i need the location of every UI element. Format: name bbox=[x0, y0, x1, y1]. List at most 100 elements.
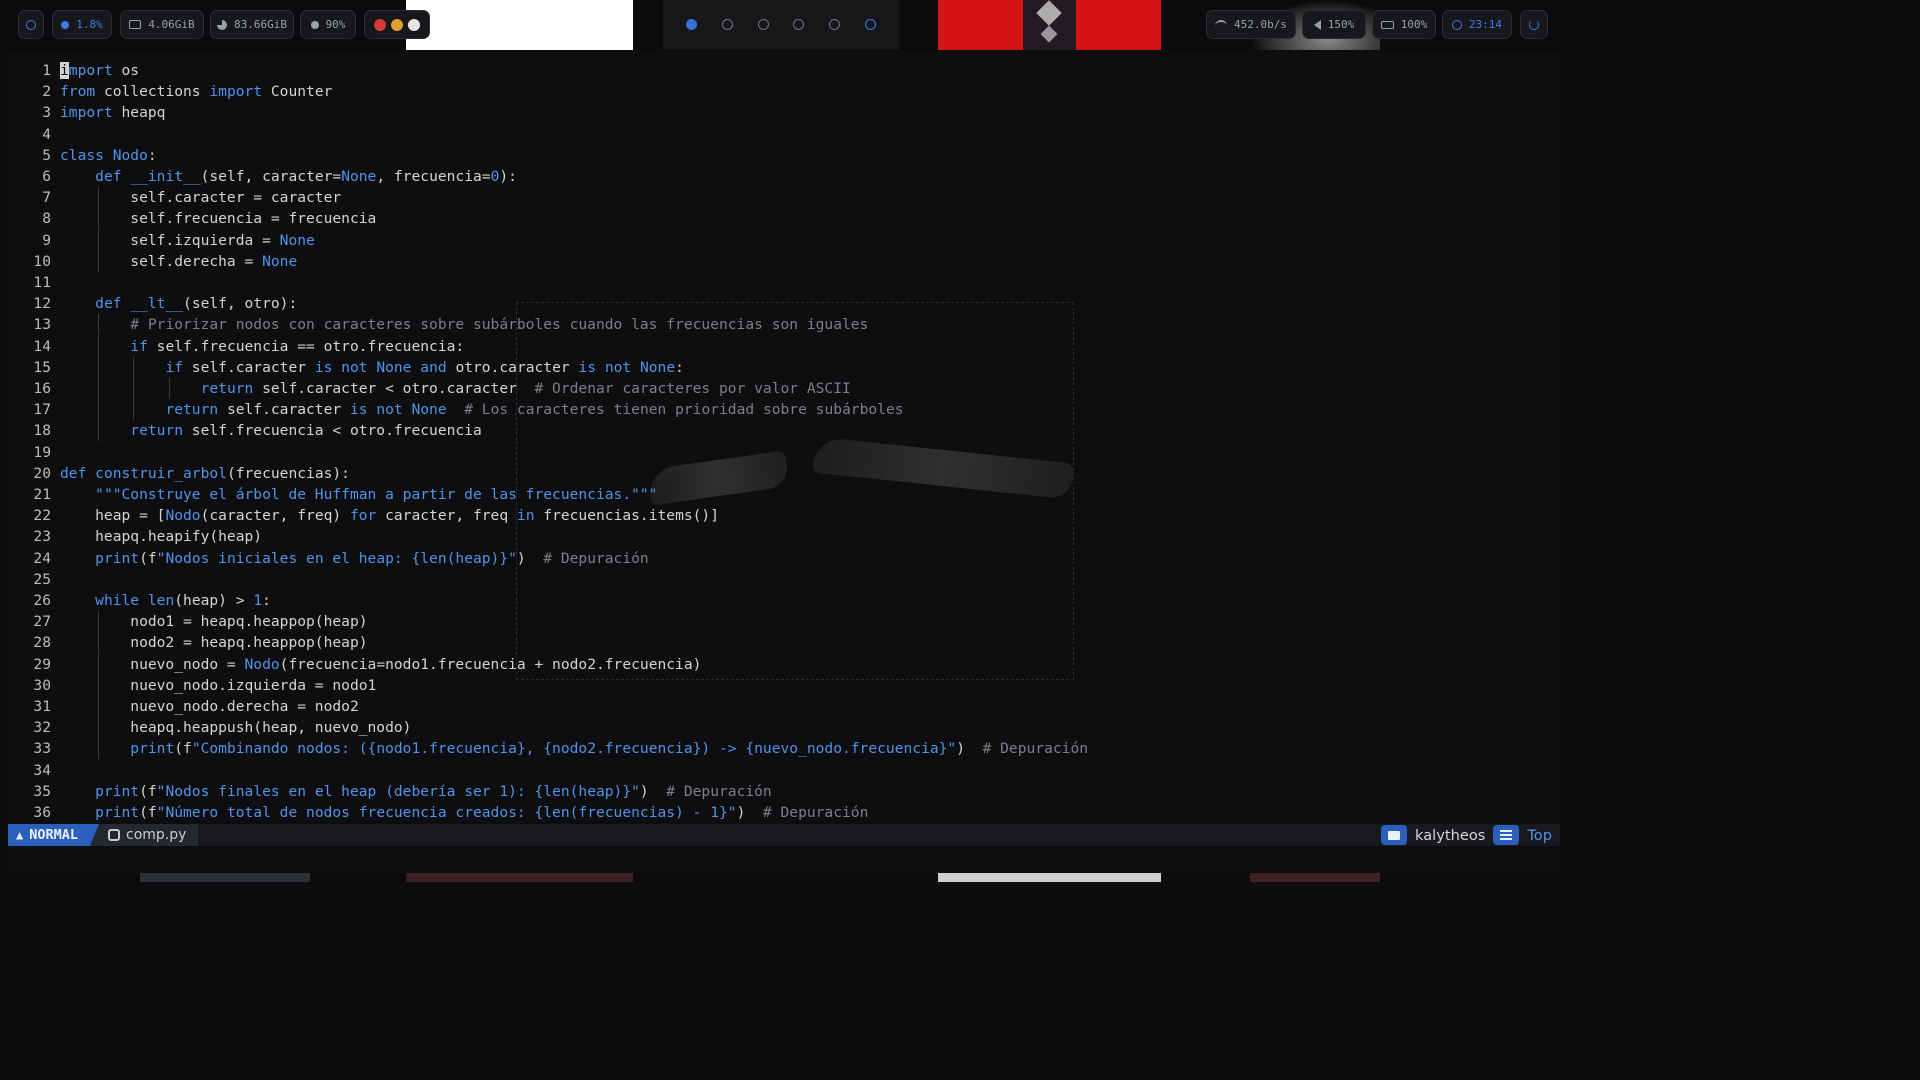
power-button[interactable] bbox=[1520, 10, 1548, 39]
line-number: 2 bbox=[42, 83, 51, 101]
code-line[interactable]: 3 import heapq bbox=[8, 102, 1548, 123]
line-number: 31 bbox=[33, 698, 51, 715]
line-code: nuevo_nodo = Nodo(frecuencia=nodo1.frecu… bbox=[60, 655, 702, 673]
network-tray-icon[interactable] bbox=[374, 18, 386, 31]
line-code: def __init__(self, caracter=None, frecue… bbox=[95, 168, 517, 185]
line-number: 11 bbox=[33, 274, 51, 291]
workspace-2[interactable] bbox=[721, 19, 733, 30]
code-line[interactable]: 29 nuevo_nodo = Nodo(frecuencia=nodo1.fr… bbox=[8, 653, 1548, 675]
workspace-4[interactable] bbox=[793, 19, 805, 30]
line-number: 15 bbox=[33, 358, 51, 376]
code-line[interactable]: 1 import os bbox=[8, 60, 1548, 81]
code-line[interactable]: 24 print(f"Nodos iniciales en el heap: {… bbox=[8, 548, 1548, 569]
code-line[interactable]: 31 nuevo_nodo.derecha = nodo2 bbox=[8, 696, 1548, 717]
line-number: 5 bbox=[42, 146, 51, 164]
code-line[interactable]: 12 def __lt__(self, otro): bbox=[8, 293, 1548, 314]
line-code: while len(heap) > 1: bbox=[95, 592, 271, 609]
mode-label: NORMAL bbox=[29, 827, 79, 843]
vim-icon: ▲ bbox=[16, 828, 24, 842]
code-line[interactable]: 6 def __init__(self, caracter=None, frec… bbox=[8, 166, 1548, 187]
line-number: 20 bbox=[33, 464, 51, 482]
line-number: 18 bbox=[33, 422, 51, 440]
code-line[interactable]: 22 heap = [Nodo(caracter, freq) for cara… bbox=[8, 505, 1548, 526]
code-line[interactable]: 11 bbox=[8, 272, 1548, 293]
steam-tray-icon[interactable] bbox=[408, 18, 420, 31]
code-line[interactable]: 30 nuevo_nodo.izquierda = nodo1 bbox=[8, 674, 1548, 696]
code-line[interactable]: 13 # Priorizar nodos con caracteres sobr… bbox=[8, 314, 1548, 336]
code-line[interactable]: 26 while len(heap) > 1: bbox=[8, 590, 1548, 611]
line-code: if self.caracter is not None and otro.ca… bbox=[165, 358, 684, 376]
code-line[interactable]: 5 class Nodo: bbox=[8, 145, 1548, 166]
folder-icon bbox=[1381, 825, 1408, 845]
disk-icon bbox=[217, 19, 227, 30]
line-code: class Nodo: bbox=[60, 146, 157, 164]
line-code: print(f"Nodos finales en el heap (deberí… bbox=[95, 782, 772, 800]
workspace-5[interactable] bbox=[828, 19, 840, 30]
clock-widget[interactable]: 23:14 bbox=[1442, 10, 1512, 39]
line-number: 32 bbox=[33, 719, 51, 737]
code-line[interactable]: 16 return self.caracter < otro.caracter … bbox=[8, 378, 1548, 399]
code-line[interactable]: 27 nodo1 = heapq.heappop(heap) bbox=[8, 611, 1548, 633]
code-line[interactable]: 17 return self.caracter is not None # Lo… bbox=[8, 399, 1548, 421]
system-tray[interactable] bbox=[364, 10, 430, 39]
line-number: 17 bbox=[33, 401, 51, 419]
memory-widget[interactable]: 4.06GiB bbox=[120, 10, 204, 39]
line-number: 1 bbox=[42, 62, 51, 79]
launcher-button[interactable] bbox=[18, 10, 44, 39]
temperature-widget[interactable]: 90% bbox=[300, 10, 356, 39]
code-line[interactable]: 25 bbox=[8, 569, 1548, 590]
power-tray-icon[interactable] bbox=[391, 18, 403, 31]
cpu-widget[interactable]: 1.8% bbox=[52, 10, 112, 39]
code-line[interactable]: 19 bbox=[8, 442, 1548, 463]
code-line[interactable]: 20 def construir_arbol(frecuencias): bbox=[8, 463, 1548, 484]
workspace-3[interactable] bbox=[757, 19, 769, 30]
code-line[interactable]: 23 heapq.heapify(heap) bbox=[8, 526, 1548, 547]
code-line[interactable]: 14 if self.frecuencia == otro.frecuencia… bbox=[8, 335, 1548, 357]
workspace-6[interactable] bbox=[864, 19, 876, 30]
line-number: 16 bbox=[33, 380, 51, 397]
network-widget[interactable]: 452.0b/s bbox=[1206, 10, 1296, 39]
code-line[interactable]: 34 bbox=[8, 760, 1548, 781]
line-number: 33 bbox=[33, 740, 51, 758]
line-number: 29 bbox=[33, 655, 51, 673]
line-number: 35 bbox=[33, 782, 51, 800]
code-line[interactable]: 15 if self.caracter is not None and otro… bbox=[8, 356, 1548, 378]
scroll-position: Top bbox=[1527, 826, 1552, 844]
code-line[interactable]: 18 return self.frecuencia < otro.frecuen… bbox=[8, 420, 1548, 442]
line-number: 13 bbox=[33, 316, 51, 334]
workspaces bbox=[668, 10, 894, 39]
line-code: print(f"Número total de nodos frecuencia… bbox=[95, 804, 869, 821]
line-code: import heapq bbox=[60, 104, 166, 122]
code-line[interactable]: 33 print(f"Combinando nodos: ({nodo1.fre… bbox=[8, 738, 1548, 760]
line-number: 21 bbox=[33, 486, 51, 503]
line-code: nuevo_nodo.derecha = nodo2 bbox=[60, 698, 359, 715]
line-number: 14 bbox=[33, 337, 51, 355]
line-number: 3 bbox=[42, 104, 51, 122]
line-number: 24 bbox=[33, 549, 51, 567]
line-number: 27 bbox=[33, 613, 51, 631]
code-line[interactable]: 9 self.izquierda = None bbox=[8, 229, 1548, 251]
battery-icon bbox=[1380, 20, 1394, 29]
disk-widget[interactable]: 83.66GiB bbox=[210, 10, 294, 39]
workspace-1[interactable] bbox=[686, 19, 698, 30]
line-code: self.izquierda = None bbox=[60, 231, 315, 249]
code-line[interactable]: 35 print(f"Nodos finales en el heap (deb… bbox=[8, 781, 1548, 802]
volume-widget[interactable]: 150% bbox=[1302, 10, 1366, 39]
code-line[interactable]: 32 heapq.heappush(heap, nuevo_nodo) bbox=[8, 717, 1548, 739]
code-line[interactable]: 21 """Construye el árbol de Huffman a pa… bbox=[8, 484, 1548, 505]
code-line[interactable]: 36 print(f"Número total de nodos frecuen… bbox=[8, 802, 1548, 822]
command-line[interactable] bbox=[8, 847, 1560, 873]
code-editor[interactable]: 1 import os 2 from collections import Count… bbox=[8, 52, 1560, 822]
battery-widget[interactable]: 100% bbox=[1372, 10, 1436, 39]
network-value: 452.0b/s bbox=[1234, 18, 1287, 31]
code-line[interactable]: 8 self.frecuencia = frecuencia bbox=[8, 208, 1548, 230]
top-bar: 1.8% 4.06GiB 83.66GiB 90% 452.0b/s 150% … bbox=[0, 0, 1568, 50]
line-number: 36 bbox=[33, 804, 51, 821]
code-line[interactable]: 4 bbox=[8, 124, 1548, 145]
code-line[interactable]: 2 from collections import Counter bbox=[8, 81, 1548, 102]
clock-value: 23:14 bbox=[1468, 18, 1503, 31]
code-line[interactable]: 7 self.caracter = caracter bbox=[8, 187, 1548, 209]
mode-indicator: ▲ NORMAL bbox=[8, 824, 100, 846]
code-line[interactable]: 10 self.derecha = None bbox=[8, 250, 1548, 272]
code-line[interactable]: 28 nodo2 = heapq.heappop(heap) bbox=[8, 632, 1548, 654]
